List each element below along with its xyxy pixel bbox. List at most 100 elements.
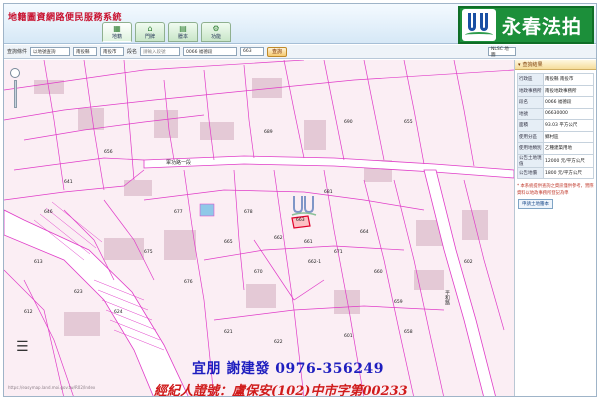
- parcel-label: 664: [360, 230, 369, 235]
- logo-mark-icon: [462, 9, 496, 41]
- app-window: 地籍圖資網路便民服務系統 ▦ 地籍 ⌂ 門牌 ▤ 謄本 ⚙ 功能 永春法拍 查詢…: [3, 3, 597, 397]
- query-toolbar: 查詢條件 以地號查詢 南投縣 南投市 段名 請輸入段號 0066 福德段 663…: [4, 45, 596, 59]
- row-value: 12000 元/平方公尺: [543, 153, 594, 168]
- agent-license: 經紀人證號：盧保安(102)中市字第00233: [154, 384, 408, 397]
- parcel-label: 602: [464, 260, 473, 265]
- parcel-label: 646: [44, 210, 53, 215]
- parcel-label: 622: [274, 340, 283, 345]
- section-label: 段名: [127, 49, 138, 55]
- parcel-label: 621: [224, 330, 233, 335]
- table-row: 公告地價 1800 元/平方公尺: [517, 166, 594, 179]
- parcel-label: 690: [344, 120, 353, 125]
- section-code-input[interactable]: 請輸入段號: [140, 47, 181, 56]
- row-key: 使用分區: [517, 130, 544, 143]
- result-table: 行政區 南投縣 南投市 地政事務所 南投地政事務所 段名 0066 福德段 地號 066…: [517, 73, 594, 179]
- parcel-label: 613: [34, 260, 43, 265]
- parcel-label: 662-1: [308, 260, 322, 265]
- row-key: 段名: [517, 96, 544, 109]
- parcel-label: 623: [74, 290, 83, 295]
- row-key: 面積: [517, 119, 544, 132]
- document-icon: ▤: [179, 23, 187, 33]
- parcel-map-canvas: [4, 60, 514, 396]
- district-select[interactable]: 南投市: [100, 47, 125, 56]
- apply-transcript-button[interactable]: 申請土地謄本: [518, 199, 553, 209]
- parcel-label: 601: [344, 334, 353, 339]
- collapse-icon[interactable]: ▾: [518, 62, 521, 68]
- parcel-label: 665: [224, 240, 233, 245]
- tab-cadastral[interactable]: ▦ 地籍: [102, 22, 132, 42]
- section-select[interactable]: 0066 福德段: [183, 47, 238, 56]
- row-value: 南投地政事務所: [543, 84, 594, 97]
- road-label-1: 軍功路一段: [166, 160, 192, 166]
- parcel-label: 641: [64, 180, 73, 185]
- table-row: 地號 06630000: [517, 107, 594, 120]
- parcel-label: 663: [296, 218, 305, 223]
- row-value: 乙種建築用地: [543, 142, 594, 155]
- table-row: 地政事務所 南投地政事務所: [517, 84, 594, 97]
- parcel-label: 676: [184, 280, 193, 285]
- parcel-label: 612: [24, 310, 33, 315]
- table-row: 段名 0066 福德段: [517, 96, 594, 109]
- table-row: 行政區 南投縣 南投市: [517, 73, 594, 86]
- row-value: 0066 福德段: [543, 96, 594, 109]
- panel-title: ▾ 查詢結果: [515, 60, 596, 70]
- tab-functions[interactable]: ⚙ 功能: [201, 22, 231, 42]
- status-url: https://easymap.land.moi.gov.tw/R02/Inde…: [8, 385, 96, 390]
- disclaimer-note: * 本系統提供查詢之資訊僅供參考，實際資料以地政事務所登記為準: [517, 184, 594, 196]
- parcel-label: 670: [254, 270, 263, 275]
- tab-label: 謄本: [177, 33, 188, 40]
- row-key: 公告土地現值: [517, 153, 544, 168]
- zoom-slider[interactable]: [10, 68, 20, 120]
- query-label: 查詢條件: [7, 49, 28, 55]
- parcel-label: 677: [174, 210, 183, 215]
- row-key: 行政區: [517, 73, 544, 86]
- tab-address[interactable]: ⌂ 門牌: [135, 22, 165, 42]
- parcel-label: 671: [334, 250, 343, 255]
- parcel-label: 661: [304, 240, 313, 245]
- parcel-label: 678: [244, 210, 253, 215]
- row-value: 93.03 平方公尺: [543, 119, 594, 132]
- cadastral-map[interactable]: 軍功路一段 平和路 663 678 662 661 671 670 662-1 …: [4, 60, 514, 397]
- table-row: 面積 93.03 平方公尺: [517, 119, 594, 132]
- row-value: 南投縣 南投市: [543, 73, 594, 86]
- tab-label: 功能: [210, 33, 221, 40]
- agent-contact: 宜朋 謝建發 0976-356249: [192, 361, 384, 377]
- lot-number-input[interactable]: 663: [240, 47, 265, 56]
- parcel-label: 662: [274, 236, 283, 241]
- road-label-2: 平和路: [444, 290, 450, 305]
- parcel-label: 689: [264, 130, 273, 135]
- house-icon: ⌂: [147, 23, 153, 33]
- parcel-label: 658: [404, 330, 413, 335]
- row-key: 地號: [517, 107, 544, 120]
- query-result-panel: ▾ 查詢結果 行政區 南投縣 南投市 地政事務所 南投地政事務所 段名 0066 福德…: [514, 60, 596, 396]
- search-button[interactable]: 查詢: [267, 46, 288, 57]
- row-value: 1800 元/平方公尺: [543, 166, 594, 179]
- table-row: 使用分區 鄉村區: [517, 130, 594, 143]
- row-value: 鄉村區: [543, 130, 594, 143]
- tools-icon: ⚙: [212, 23, 220, 33]
- table-row: 公告土地現值 12000 元/平方公尺: [517, 153, 594, 168]
- pan-icon[interactable]: [10, 68, 20, 78]
- row-key: 地政事務所: [517, 84, 544, 97]
- tab-transcript[interactable]: ▤ 謄本: [168, 22, 198, 42]
- main-tabs: ▦ 地籍 ⌂ 門牌 ▤ 謄本 ⚙ 功能: [102, 22, 231, 42]
- parcel-label: 659: [394, 300, 403, 305]
- row-key: 使用地類別: [517, 142, 544, 155]
- row-value: 06630000: [543, 107, 594, 120]
- parcel-label: 655: [404, 120, 413, 125]
- map-layer-select[interactable]: NLSC 地圖: [488, 47, 516, 58]
- zoom-bar[interactable]: [13, 80, 17, 108]
- query-type-select[interactable]: 以地號查詢: [30, 47, 71, 56]
- parcel-label: 681: [324, 190, 333, 195]
- panel-title-text: 查詢結果: [522, 62, 543, 68]
- map-icon: ▦: [113, 23, 121, 33]
- logo-text: 永春法拍: [502, 15, 583, 38]
- parcel-label: 675: [144, 250, 153, 255]
- brand-logo: 永春法拍: [458, 6, 594, 44]
- parcel-label: 660: [374, 270, 383, 275]
- tab-label: 地籍: [111, 33, 122, 40]
- county-select[interactable]: 南投縣: [73, 47, 98, 56]
- header-bar: 地籍圖資網路便民服務系統 ▦ 地籍 ⌂ 門牌 ▤ 謄本 ⚙ 功能 永春法拍: [4, 4, 596, 44]
- layer-list-icon[interactable]: ☰: [16, 340, 29, 354]
- tab-label: 門牌: [144, 33, 155, 40]
